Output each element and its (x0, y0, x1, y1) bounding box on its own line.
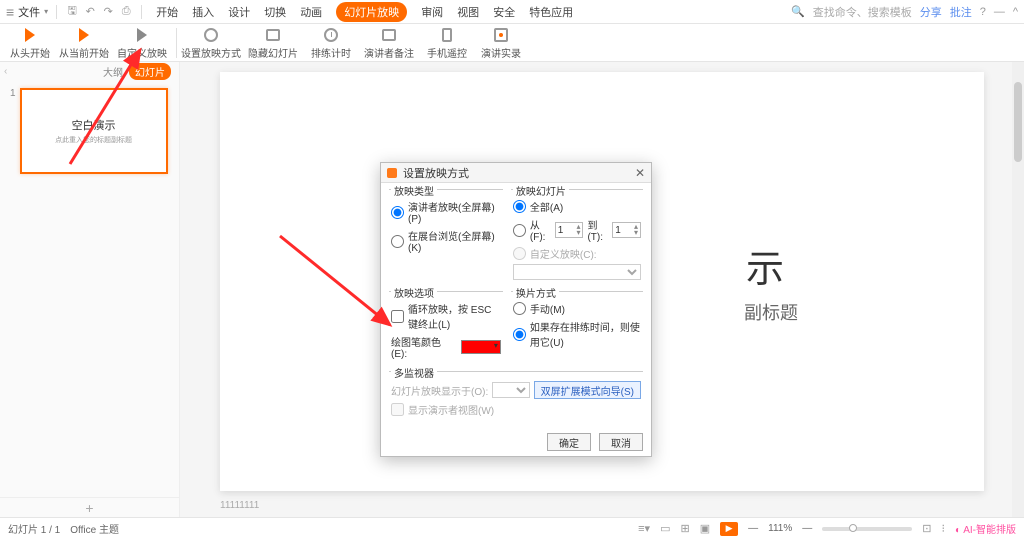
tab-animation[interactable]: 动画 (300, 4, 322, 20)
normal-view-icon[interactable]: ▭ (660, 522, 670, 535)
tab-slideshow[interactable]: 幻灯片放映 (336, 2, 407, 22)
search-input[interactable]: 查找命令、搜索模板 (813, 4, 912, 20)
save-icon[interactable]: 🖫 (65, 5, 79, 19)
custom-show-button[interactable]: 自定义放映 (114, 26, 170, 60)
hamburger-icon[interactable]: ≡ (6, 4, 14, 20)
zoom-slider[interactable] (822, 527, 912, 531)
notes-text[interactable]: 11111111 (220, 500, 984, 511)
radio-custom-show (513, 247, 526, 260)
tab-insert[interactable]: 插入 (192, 4, 214, 20)
radio-presenter[interactable]: 演讲者放映(全屏幕)(P) (391, 199, 501, 225)
radio-all-slides[interactable]: 全部(A) (513, 199, 641, 214)
group-show-options: 放映选项 循环放映，按 ESC 键终止(L) 绘图笔颜色(E):▾ (389, 291, 503, 365)
dialog-header[interactable]: 设置放映方式 ✕ (381, 163, 651, 183)
add-slide-button[interactable]: + (0, 497, 179, 517)
collapse-icon[interactable]: ^ (1013, 6, 1018, 18)
file-menu[interactable]: 文件 (18, 4, 40, 20)
monitor-select (492, 382, 529, 398)
extend-wizard-button[interactable]: 双屏扩展模式向导(S) (534, 381, 641, 399)
undo-icon[interactable]: ↶ (83, 5, 97, 19)
radio-manual[interactable]: 手动(M) (513, 301, 641, 316)
tab-security[interactable]: 安全 (493, 4, 515, 20)
tab-transition[interactable]: 切换 (264, 4, 286, 20)
cancel-button[interactable]: 取消 (599, 433, 643, 451)
radio-range[interactable] (513, 224, 526, 237)
theme-name: Office 主题 (70, 521, 119, 536)
setup-show-dialog: 设置放映方式 ✕ 放映类型 演讲者放映(全屏幕)(P) 在展台浏览(全屏幕)(K… (380, 162, 652, 457)
radio-timing[interactable]: 如果存在排练时间，则使用它(U) (513, 319, 641, 349)
zoom-level[interactable]: 111% (768, 523, 792, 534)
search-icon[interactable]: 🔍 (791, 5, 805, 18)
dialog-title: 设置放映方式 (403, 165, 635, 181)
dialog-icon (387, 168, 397, 178)
tab-slides[interactable]: 幻灯片 (129, 63, 171, 80)
hide-slide-button[interactable]: 隐藏幻灯片 (245, 26, 301, 60)
ribbon-toolbar: 从头开始 从当前开始 自定义放映 设置放映方式 隐藏幻灯片 排练计时 演讲者备注… (0, 24, 1024, 62)
separator (56, 5, 57, 19)
collapse-panel-icon[interactable]: ‹ (4, 66, 7, 77)
slide-panel: ‹ 大纲 幻灯片 1 空白演示 点此重入您的标题副标题 + (0, 62, 180, 517)
reading-view-icon[interactable]: ▣ (700, 522, 710, 535)
record-button[interactable]: 演讲实录 (477, 26, 525, 60)
more-icon[interactable]: ⁝ (941, 522, 945, 535)
ai-layout-button[interactable]: ◐ AI-智能排版 (955, 521, 1016, 536)
check-presenter-view: 显示演示者视图(W) (391, 402, 641, 417)
slide-title: 示 (746, 238, 784, 293)
phone-remote-button[interactable]: 手机遥控 (423, 26, 471, 60)
tab-special[interactable]: 特色应用 (529, 4, 573, 20)
status-bar: 幻灯片 1 / 1 Office 主题 ≡▾ ▭ ⊞ ▣ ▶ — 111% — … (0, 517, 1024, 539)
dropdown-icon[interactable]: ▾ (44, 7, 48, 16)
rehearse-button[interactable]: 排练计时 (307, 26, 355, 60)
share-button[interactable]: 分享 (920, 4, 942, 20)
slide-number: 1 (10, 88, 16, 174)
pen-color-picker[interactable]: ▾ (461, 340, 501, 354)
ok-button[interactable]: 确定 (547, 433, 591, 451)
sorter-view-icon[interactable]: ⊞ (681, 522, 690, 535)
group-monitor: 多监视器 幻灯片放映显示于(O): 双屏扩展模式向导(S) 显示演示者视图(W) (389, 371, 643, 422)
slide-count: 幻灯片 1 / 1 (8, 521, 60, 536)
comment-button[interactable]: 批注 (950, 4, 972, 20)
group-show-slides: 放映幻灯片 全部(A) 从(F): 1▴▾ 到(T): 1▴▾ 自定义放映(C)… (511, 189, 643, 285)
presenter-notes-button[interactable]: 演讲者备注 (361, 26, 417, 60)
slideshow-view-icon[interactable]: ▶ (720, 522, 738, 536)
radio-kiosk[interactable]: 在展台浏览(全屏幕)(K) (391, 228, 501, 254)
check-loop[interactable]: 循环放映，按 ESC 键终止(L) (391, 301, 501, 331)
ribbon-tabs: 开始 插入 设计 切换 动画 幻灯片放映 审阅 视图 安全 特色应用 (156, 2, 573, 22)
thumb-title: 空白演示 (72, 117, 116, 133)
fit-icon[interactable]: ⊡ (922, 522, 931, 535)
title-bar: ≡ 文件 ▾ 🖫 ↶ ↷ ⎙ 开始 插入 设计 切换 动画 幻灯片放映 审阅 视… (0, 0, 1024, 24)
setup-show-button[interactable]: 设置放映方式 (183, 26, 239, 60)
notes-view-icon[interactable]: ≡▾ (638, 522, 650, 535)
separator (176, 28, 177, 58)
tab-view[interactable]: 视图 (457, 4, 479, 20)
tab-start[interactable]: 开始 (156, 4, 178, 20)
close-icon[interactable]: ✕ (635, 166, 645, 180)
slide-subtitle: 副标题 (744, 299, 798, 325)
group-show-type: 放映类型 演讲者放映(全屏幕)(P) 在展台浏览(全屏幕)(K) (389, 189, 503, 285)
help-icon[interactable]: ? (980, 6, 986, 18)
to-spinner[interactable]: 1▴▾ (612, 222, 641, 238)
tab-review[interactable]: 审阅 (421, 4, 443, 20)
tab-outline[interactable]: 大纲 (103, 64, 123, 79)
tab-design[interactable]: 设计 (228, 4, 250, 20)
redo-icon[interactable]: ↷ (101, 5, 115, 19)
min-icon[interactable]: — (994, 6, 1005, 18)
print-icon[interactable]: ⎙ (119, 5, 133, 19)
group-advance: 换片方式 手动(M) 如果存在排练时间，则使用它(U) (511, 291, 643, 365)
thumb-subtitle: 点此重入您的标题副标题 (55, 135, 132, 145)
from-begin-button[interactable]: 从头开始 (6, 26, 54, 60)
from-current-button[interactable]: 从当前开始 (60, 26, 108, 60)
vertical-scrollbar[interactable] (1012, 62, 1024, 517)
from-spinner[interactable]: 1▴▾ (555, 222, 584, 238)
slide-thumbnail[interactable]: 空白演示 点此重入您的标题副标题 (20, 88, 168, 174)
separator (141, 5, 142, 19)
custom-show-select (513, 264, 641, 280)
